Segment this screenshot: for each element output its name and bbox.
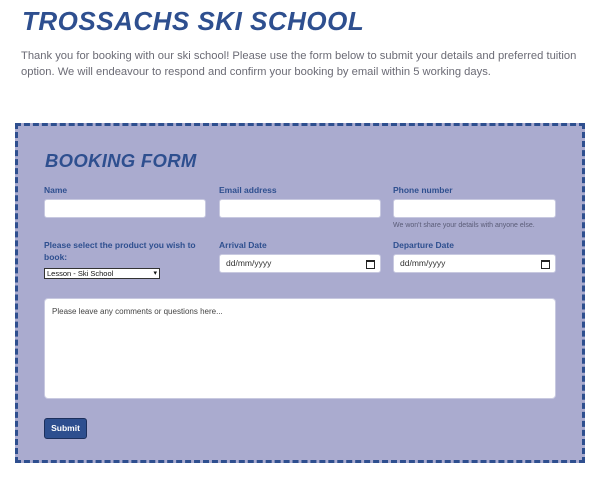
site-title: TROSSACHS SKI SCHOOL	[22, 6, 365, 36]
product-label: Please select the product you wish to bo…	[44, 240, 196, 262]
departure-date-input[interactable]: dd/mm/yyyy	[393, 254, 556, 273]
arrival-date-placeholder: dd/mm/yyyy	[226, 258, 272, 268]
submit-button[interactable]: Submit	[44, 418, 87, 439]
name-label: Name	[44, 185, 68, 195]
arrival-label: Arrival Date	[219, 240, 267, 250]
name-input[interactable]	[44, 199, 206, 218]
departure-label: Departure Date	[393, 240, 454, 250]
intro-text: Thank you for booking with our ski schoo…	[21, 50, 577, 78]
email-input[interactable]	[219, 199, 381, 218]
form-title: BOOKING FORM	[45, 150, 197, 171]
comments-placeholder: Please leave any comments or questions h…	[52, 307, 223, 316]
arrival-date-input[interactable]: dd/mm/yyyy	[219, 254, 381, 273]
comments-textarea[interactable]: Please leave any comments or questions h…	[44, 298, 556, 399]
departure-date-placeholder: dd/mm/yyyy	[400, 258, 446, 268]
product-select[interactable]: Lesson - Ski School ▾	[44, 268, 160, 279]
phone-input[interactable]	[393, 199, 556, 218]
product-select-value: Lesson - Ski School	[47, 269, 114, 278]
phone-help-text: We won't share your details with anyone …	[393, 222, 535, 229]
email-label: Email address	[219, 185, 277, 195]
phone-label: Phone number	[393, 185, 453, 195]
chevron-down-icon: ▾	[153, 270, 157, 277]
calendar-icon[interactable]	[366, 260, 375, 269]
booking-form: BOOKING FORM Name Email address Phone nu…	[15, 123, 585, 463]
calendar-icon[interactable]	[541, 260, 550, 269]
